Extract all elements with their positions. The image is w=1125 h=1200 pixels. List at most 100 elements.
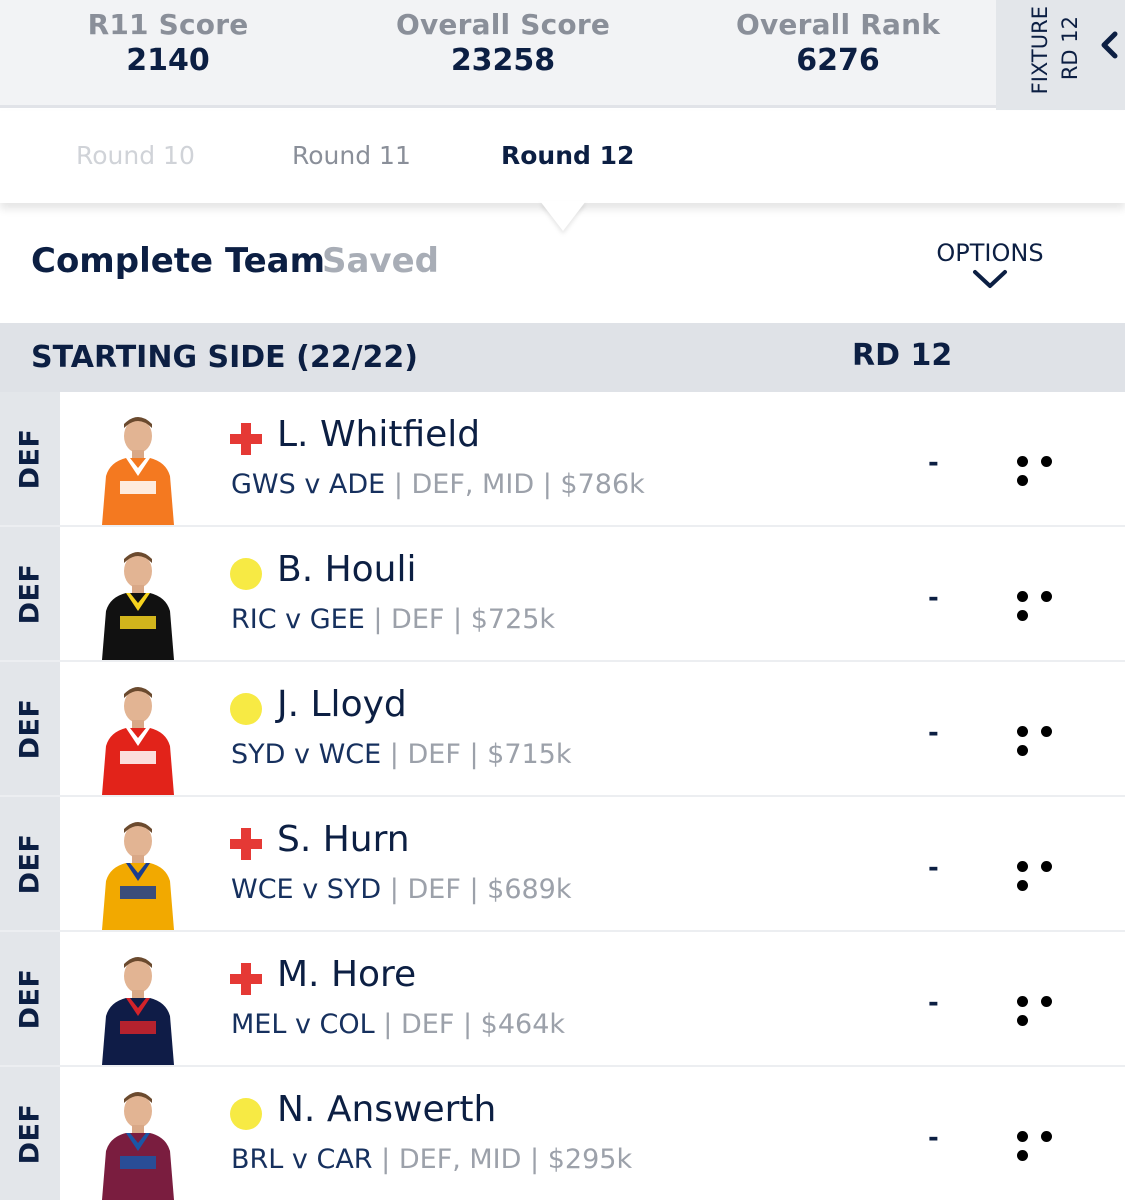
position-label: DEF	[14, 833, 46, 894]
round-score: -	[928, 853, 939, 883]
player-name[interactable]: L. Whitfield	[277, 414, 480, 455]
player-meta: WCE v SYD | DEF | $689k	[231, 874, 572, 905]
separator: |	[381, 1144, 399, 1175]
player-meta: GWS v ADE | DEF, MID | $786k	[231, 469, 645, 500]
stat-label: Overall Rank	[735, 8, 941, 41]
player-photo	[102, 552, 174, 660]
player-photo	[102, 957, 174, 1065]
player-row[interactable]: DEF J. Lloyd SYD v WCE | DEF | $715k -	[0, 662, 1125, 797]
position-tag: DEF	[0, 662, 60, 795]
round-score: -	[928, 988, 939, 1018]
player-meta: RIC v GEE | DEF | $725k	[231, 604, 555, 635]
fixture-drawer-toggle[interactable]: FIXTURE RD 12	[996, 0, 1125, 110]
stat-label: R11 Score	[87, 8, 249, 41]
separator: |	[389, 739, 408, 770]
position-tag: DEF	[0, 527, 60, 660]
fixture-label: FIXTURE RD 12	[1014, 2, 1082, 102]
position-tag: DEF	[0, 932, 60, 1065]
price-label: $786k	[560, 469, 645, 500]
uncertain-status-icon	[230, 558, 262, 590]
tab-round-11[interactable]: Round 11	[292, 141, 411, 170]
stat-round-score: R11 Score 2140	[18, 8, 318, 78]
team-saved-status: Saved	[322, 241, 439, 281]
player-row[interactable]: DEF B. Houli RIC v GEE | DEF | $725k -	[0, 527, 1125, 662]
uncertain-status-icon	[230, 693, 262, 725]
stat-value: 2140	[126, 43, 210, 78]
options-button[interactable]: OPTIONS	[935, 239, 1045, 289]
stat-overall-rank: Overall Rank 6276	[688, 8, 988, 78]
position-tag: DEF	[0, 392, 60, 525]
position-label: DEF	[14, 428, 46, 489]
price-label: $725k	[470, 604, 556, 635]
player-name[interactable]: B. Houli	[277, 549, 417, 590]
round-score: -	[928, 718, 939, 748]
more-options-icon[interactable]	[1017, 992, 1087, 1026]
position-tag: DEF	[0, 797, 60, 930]
match-label: SYD v WCE	[231, 739, 382, 770]
player-row[interactable]: DEF S. Hurn WCE v SYD | DEF | $689k -	[0, 797, 1125, 932]
chevron-down-icon	[973, 270, 1007, 288]
starting-side-header: STARTING SIDE (22/22) RD 12	[0, 323, 1125, 392]
player-name[interactable]: N. Answerth	[277, 1089, 496, 1130]
separator: |	[530, 1144, 548, 1175]
positions-label: DEF, MID	[411, 469, 535, 500]
price-label: $464k	[480, 1009, 566, 1040]
fixture-round: RD 12	[1058, 15, 1082, 80]
player-row[interactable]: DEF N. Answerth BRL v CAR | DEF, MID | $…	[0, 1067, 1125, 1200]
player-name[interactable]: M. Hore	[277, 954, 416, 995]
stat-value: 23258	[450, 43, 556, 78]
separator: |	[469, 739, 488, 770]
player-photo	[102, 417, 174, 525]
player-photo	[102, 687, 174, 795]
match-label: RIC v GEE	[231, 604, 365, 635]
options-label: OPTIONS	[936, 239, 1044, 267]
stat-value: 6276	[796, 43, 880, 78]
player-name[interactable]: J. Lloyd	[277, 684, 407, 725]
round-score: -	[928, 448, 939, 478]
more-options-icon[interactable]	[1017, 722, 1087, 756]
more-options-icon[interactable]	[1017, 1127, 1087, 1161]
player-row[interactable]: DEF M. Hore MEL v COL | DEF | $464k -	[0, 932, 1125, 1067]
price-label: $295k	[547, 1144, 633, 1175]
position-tag: DEF	[0, 1067, 60, 1200]
price-label: $715k	[487, 739, 572, 770]
round-score: -	[928, 1123, 939, 1153]
position-label: DEF	[14, 1103, 46, 1164]
position-label: DEF	[14, 698, 46, 759]
match-label: MEL v COL	[231, 1009, 375, 1040]
round-column-header: RD 12	[852, 338, 953, 373]
injury-cross-icon	[230, 828, 262, 860]
uncertain-status-icon	[230, 1098, 262, 1130]
player-meta: MEL v COL | DEF | $464k	[231, 1009, 565, 1040]
positions-label: DEF	[407, 739, 461, 770]
separator: |	[469, 874, 488, 905]
player-row[interactable]: DEF L. Whitfield GWS v ADE | DEF, MID | …	[0, 392, 1125, 527]
injury-cross-icon	[230, 963, 262, 995]
positions-label: DEF	[391, 604, 445, 635]
active-tab-pointer	[540, 201, 586, 231]
positions-label: DEF	[407, 874, 461, 905]
match-label: GWS v ADE	[231, 469, 386, 500]
more-options-icon[interactable]	[1017, 857, 1087, 891]
tab-round-12[interactable]: Round 12	[501, 141, 634, 170]
more-options-icon[interactable]	[1017, 452, 1087, 486]
separator: |	[393, 469, 412, 500]
separator: |	[462, 1009, 481, 1040]
injury-cross-icon	[230, 423, 262, 455]
separator: |	[373, 604, 392, 635]
team-complete-status: Complete Team	[31, 241, 326, 281]
player-photo	[102, 822, 174, 930]
round-tabs: Round 10 Round 11 Round 12	[0, 111, 1125, 203]
separator: |	[389, 874, 408, 905]
position-label: DEF	[14, 563, 46, 624]
stat-overall-score: Overall Score 23258	[353, 8, 653, 78]
more-options-icon[interactable]	[1017, 587, 1087, 621]
stats-bar: R11 Score 2140 Overall Score 23258 Overa…	[0, 0, 996, 108]
round-score: -	[928, 583, 939, 613]
stat-label: Overall Score	[395, 8, 611, 41]
positions-label: DEF	[400, 1009, 455, 1040]
player-name[interactable]: S. Hurn	[277, 819, 410, 860]
match-label: BRL v CAR	[231, 1144, 373, 1175]
position-label: DEF	[14, 968, 46, 1029]
tab-round-10[interactable]: Round 10	[76, 141, 195, 170]
